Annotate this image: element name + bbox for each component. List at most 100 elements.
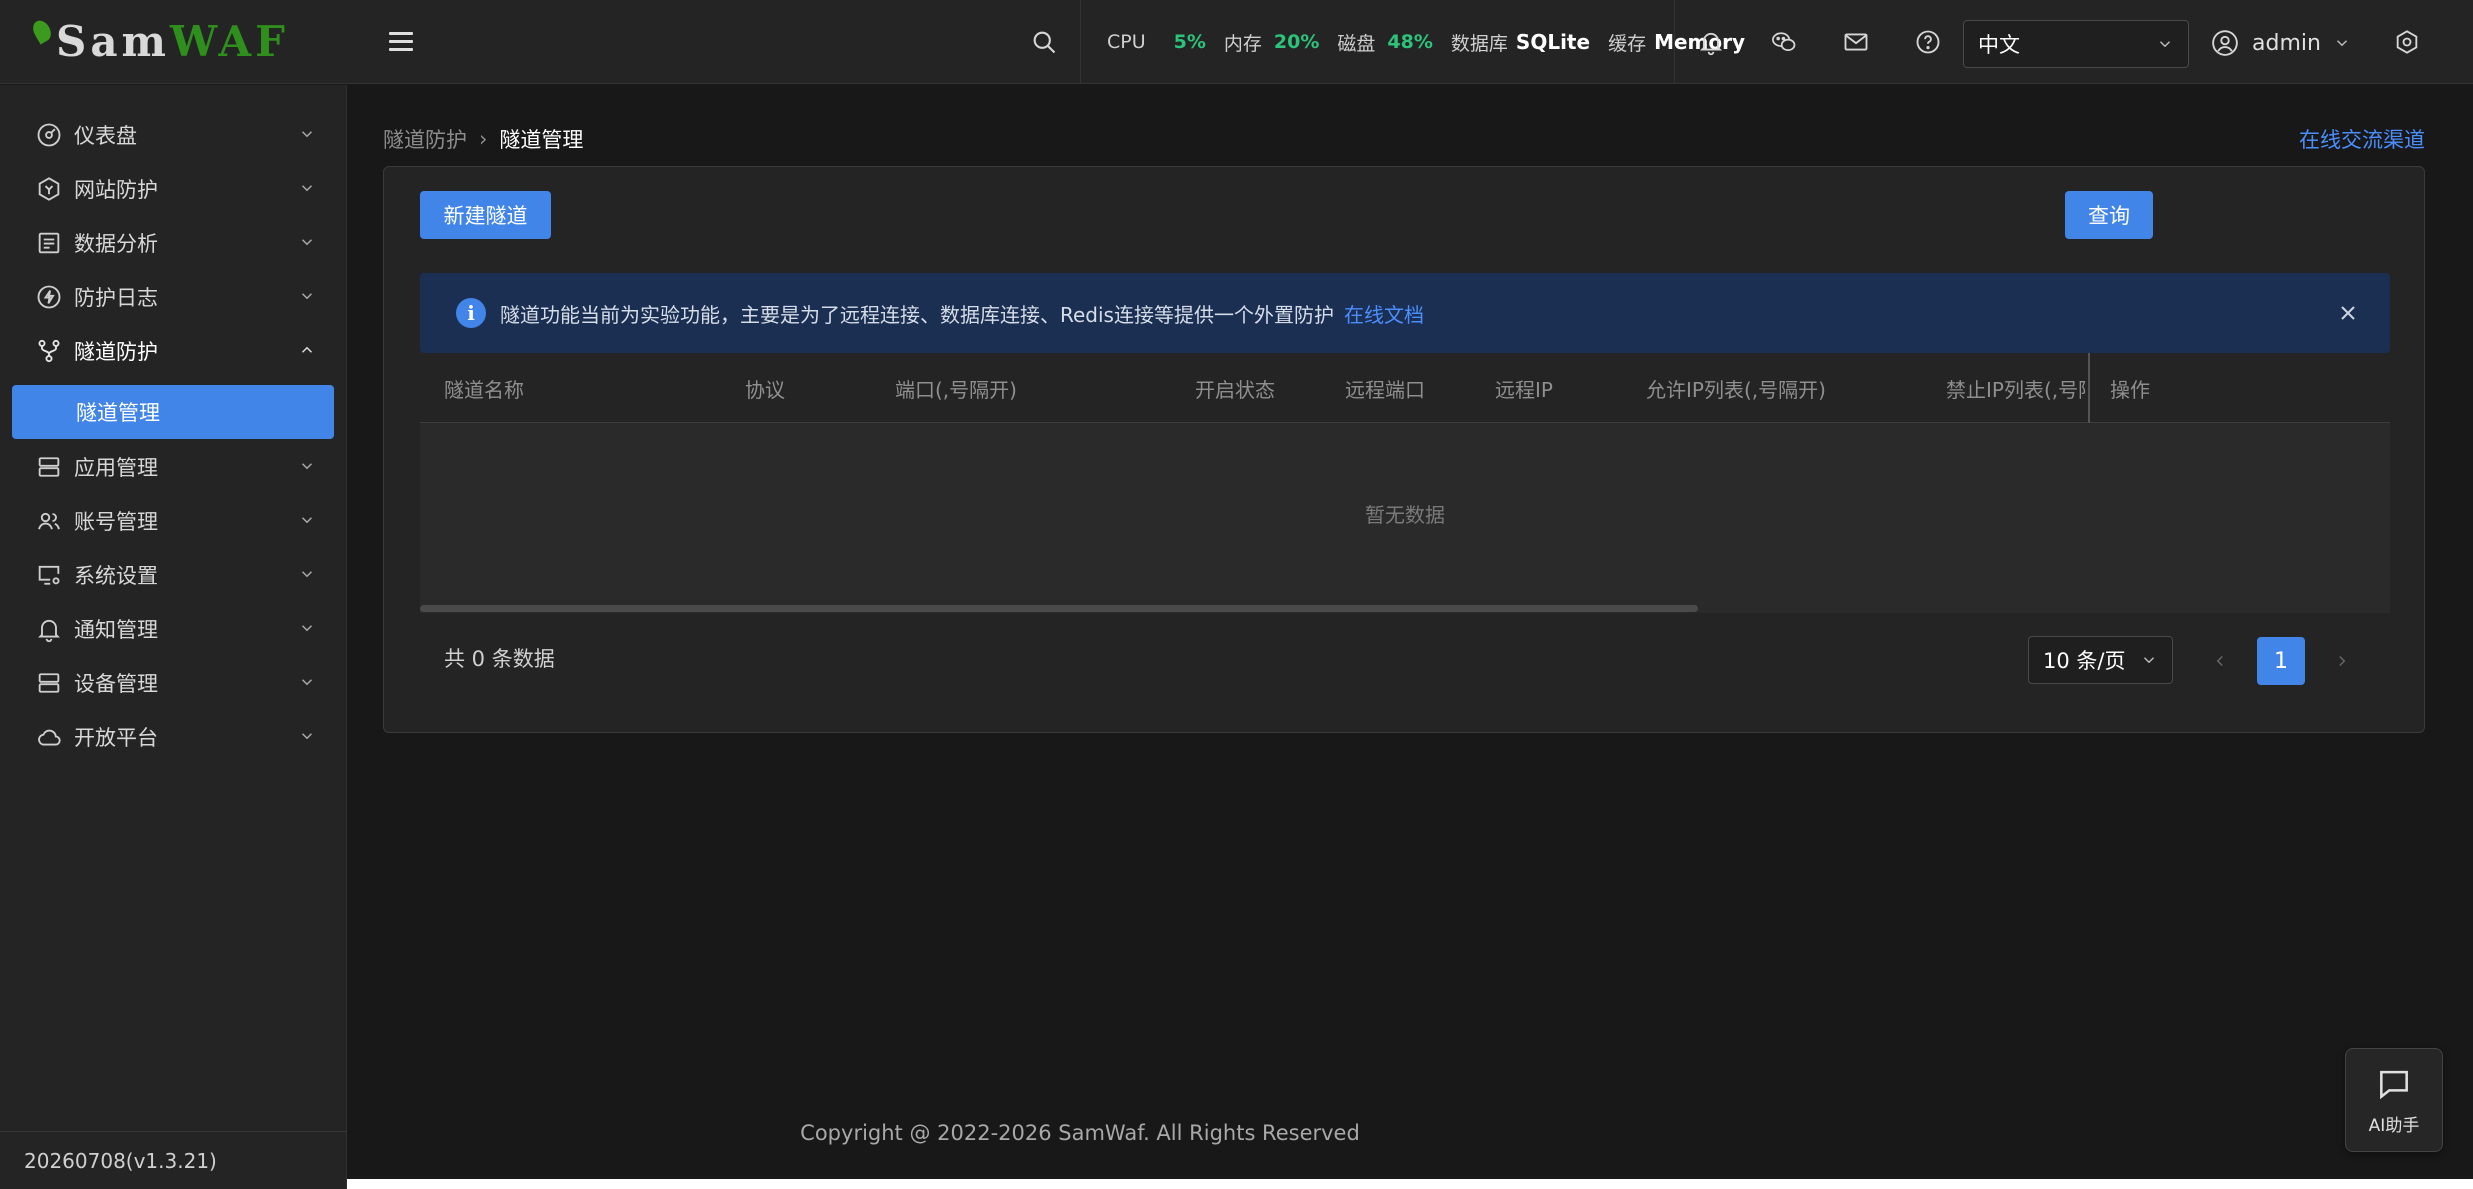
ai-assistant-button[interactable]: AI助手 [2345,1048,2443,1152]
top-header: SamWAF CPU 5% 内存 20% 磁盘 48% 数据库 SQLite 缓… [0,0,2473,84]
copyright-footer: Copyright @ 2022-2026 SamWaf. All Rights… [800,1121,1360,1145]
table-header: 隧道名称 协议 端口(,号隔开) 开启状态 远程端口 远程IP 允许IP列表(,… [420,353,2390,423]
sidebar-item-label: 账号管理 [74,510,158,534]
search-icon[interactable] [1024,22,1064,62]
bolt-icon [34,282,64,312]
sidebar-item-label: 仪表盘 [74,124,137,148]
sidebar-item-label: 开放平台 [74,726,158,750]
chevron-down-icon [301,463,313,470]
users-icon [34,506,64,536]
settings-icon[interactable] [2387,22,2427,62]
sidebar-item-label: 网站防护 [74,178,158,202]
sidebar-item-open-platform[interactable]: 开放平台 [12,711,334,763]
page-size-select[interactable]: 10 条/页 [2028,636,2173,684]
column-header-status: 开启状态 [1195,377,1275,402]
sidebar-item-label: 系统设置 [74,564,158,588]
chevron-down-icon [301,293,313,300]
column-header-actions: 操作 [2110,377,2150,402]
chevron-down-icon [301,679,313,686]
mail-icon[interactable] [1836,22,1876,62]
online-community-link[interactable]: 在线交流渠道 [2299,124,2425,154]
cache-label: 缓存 [1608,32,1647,55]
breadcrumb-parent[interactable]: 隧道防护 [383,124,467,154]
scrollbar-thumb[interactable] [420,605,1698,612]
sidebar-item-account-management[interactable]: 账号管理 [12,495,334,547]
samwaf-logo[interactable]: SamWAF [29,14,289,70]
leaf-icon [29,17,55,45]
disk-label: 磁盘 [1337,32,1376,55]
bell-icon [34,614,64,644]
bottom-edge [347,1179,2473,1189]
user-avatar-icon [2212,30,2238,56]
chevron-down-icon [301,733,313,740]
breadcrumb-current: 隧道管理 [499,128,584,152]
sidebar-item-website-protection[interactable]: 网站防护 [12,163,334,215]
sidebar-item-app-management[interactable]: 应用管理 [12,441,334,493]
db-value: SQLite [1515,30,1591,54]
column-header-remote-ip: 远程IP [1495,377,1553,402]
tunnel-table: 隧道名称 协议 端口(,号隔开) 开启状态 远程端口 远程IP 允许IP列表(,… [420,353,2390,613]
language-select[interactable]: 中文 [1963,20,2189,68]
next-page-button[interactable] [2318,637,2366,685]
sidebar-item-device-management[interactable]: 设备管理 [12,657,334,709]
query-button[interactable]: 查询 [2065,191,2153,239]
sidebar-item-dashboard[interactable]: 仪表盘 [12,109,334,161]
horizontal-scrollbar[interactable] [420,603,2390,613]
column-header-allow-ip-list: 允许IP列表(,号隔开) [1646,377,1826,402]
chevron-down-icon [301,571,313,578]
close-icon[interactable] [2336,301,2360,325]
logo-text-waf: WAF [170,17,289,66]
column-header-tunnel-name: 隧道名称 [444,377,524,402]
sidebar-item-tunnel-protection[interactable]: 隧道防护 [12,325,334,377]
sidebar-item-system-settings[interactable]: 系统设置 [12,549,334,601]
sidebar: 仪表盘 网站防护 数据分析 防护日志 隧道防护 隧道管理 应用管理 账号管理 系… [0,85,347,1189]
chevron-right-icon [2339,655,2346,667]
cloud-icon [34,722,64,752]
monitor-gear-icon [34,560,64,590]
sidebar-item-label: 隧道防护 [74,340,158,364]
sidebar-item-data-analysis[interactable]: 数据分析 [12,217,334,269]
chevron-down-icon [2143,657,2155,664]
page-number-button[interactable]: 1 [2257,637,2305,685]
menu-toggle-icon[interactable] [381,22,421,62]
chevron-down-icon [2336,40,2347,47]
disk-value: 48% [1387,31,1433,53]
sidebar-item-notification-management[interactable]: 通知管理 [12,603,334,655]
chevron-down-icon [2159,41,2171,48]
wechat-icon[interactable] [1764,22,1804,62]
tunnel-list-card: 新建隧道 查询 i 隧道功能当前为实验功能，主要是为了远程连接、数据库连接、Re… [383,166,2425,733]
server-icon [34,452,64,482]
table-empty-state: 暂无数据 [420,423,2390,603]
user-name: admin [2252,30,2321,56]
tunnel-icon [34,336,64,366]
sidebar-item-label: 通知管理 [74,618,158,642]
sidebar-item-label: 数据分析 [74,232,158,256]
sidebar-item-label: 防护日志 [74,286,158,310]
chevron-down-icon [301,185,313,192]
shield-icon [34,174,64,204]
sidebar-item-label: 应用管理 [74,456,158,480]
total-count: 共 0 条数据 [444,647,555,671]
new-tunnel-button[interactable]: 新建隧道 [420,191,551,239]
cpu-label: CPU [1107,31,1146,53]
mem-value: 20% [1273,31,1320,53]
chevron-down-icon [301,131,313,138]
breadcrumb: 隧道防护 › 隧道管理 [383,124,583,154]
user-menu[interactable]: admin [2210,22,2363,64]
sidebar-subitem-tunnel-management[interactable]: 隧道管理 [12,385,334,439]
server-icon [34,668,64,698]
info-icon: i [456,298,486,328]
page-size-value: 10 条/页 [2043,649,2126,673]
online-docs-link[interactable]: 在线文档 [1344,299,1424,328]
chat-icon [2380,1070,2408,1099]
bell-icon[interactable] [1691,22,1731,62]
help-icon[interactable] [1908,22,1948,62]
column-header-deny-ip-list: 禁止IP列表(,号隔开) [1946,377,2086,402]
report-icon [34,228,64,258]
sidebar-item-protection-logs[interactable]: 防护日志 [12,271,334,323]
dashboard-icon [34,120,64,150]
prev-page-button[interactable] [2196,637,2244,685]
chevron-down-icon [301,517,313,524]
breadcrumb-separator-icon: › [479,127,488,151]
chevron-down-icon [301,625,313,632]
